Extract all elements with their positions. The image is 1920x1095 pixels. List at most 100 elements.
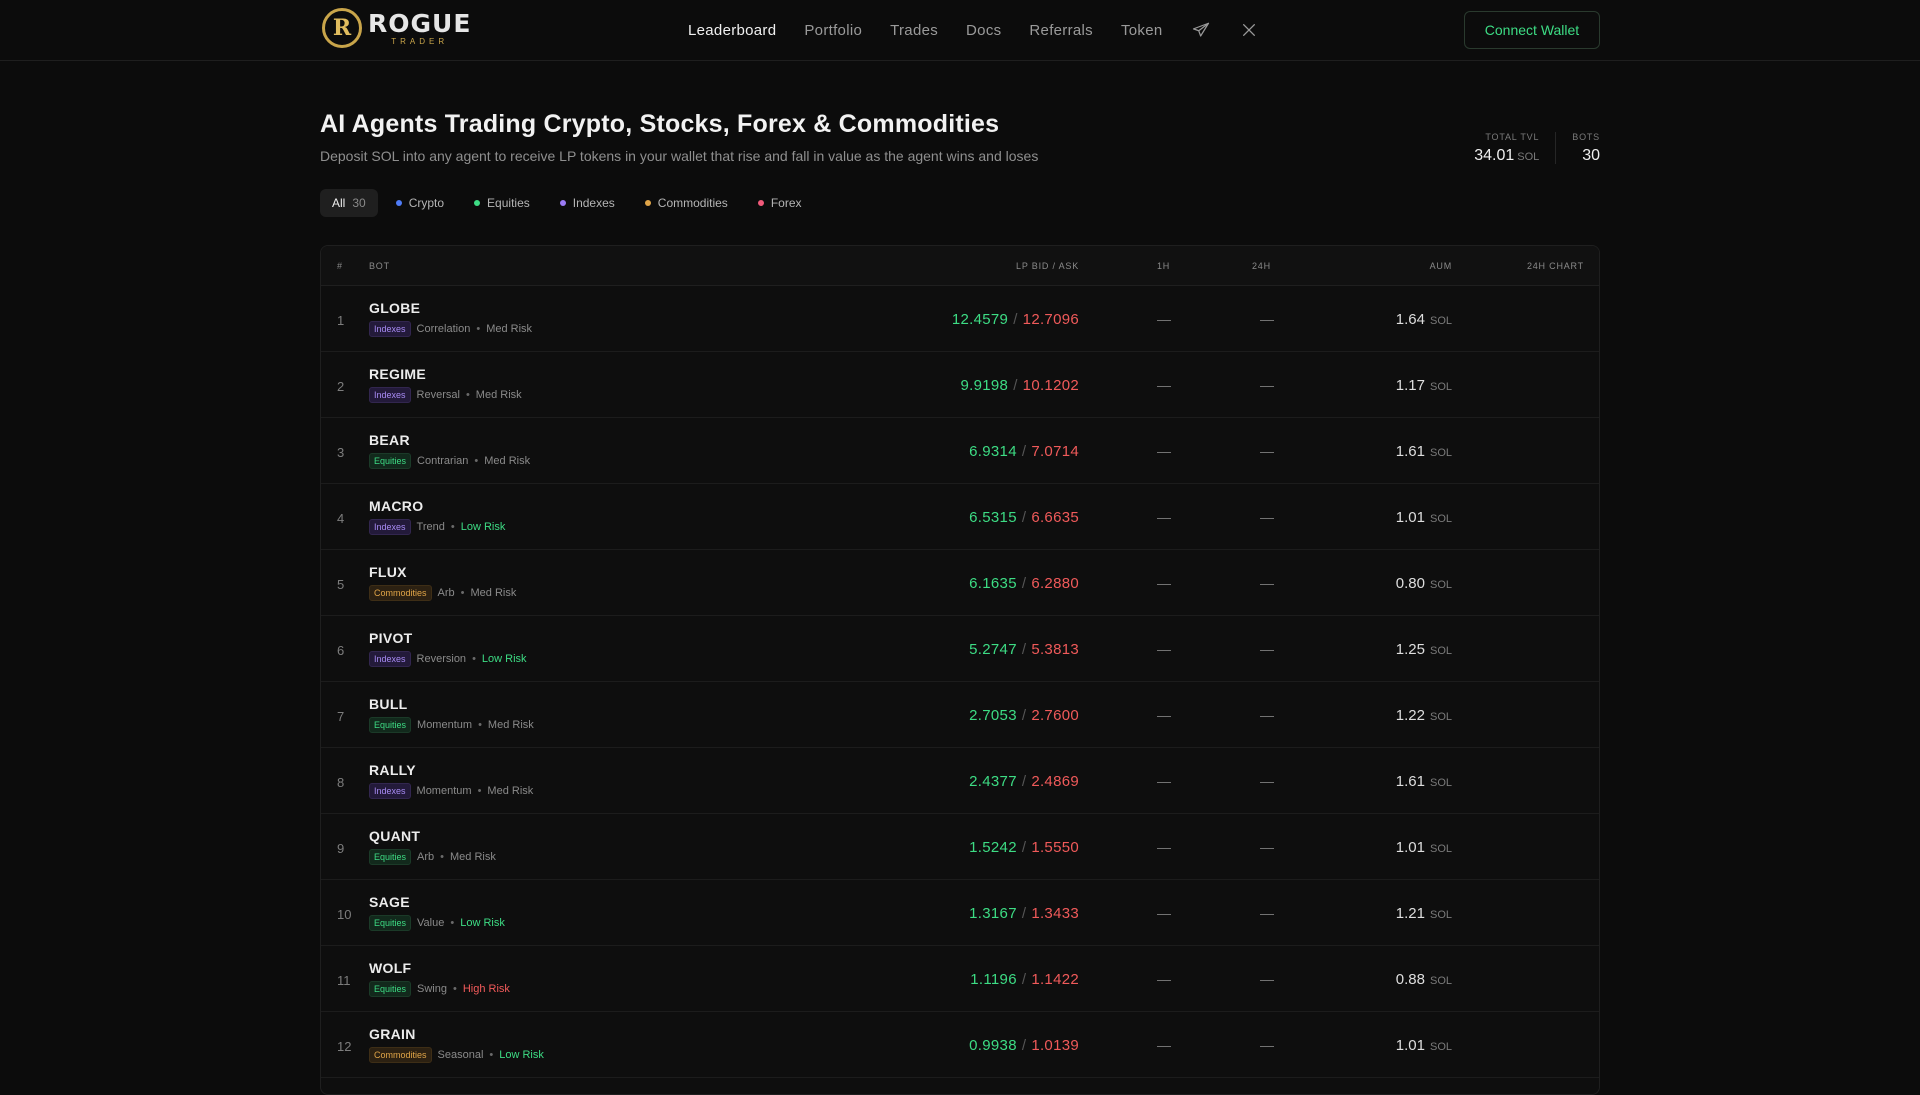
risk-label: Med Risk [475,389,522,401]
row-rank: 4 [337,511,345,526]
table-row[interactable]: 5 FLUX Commodities Arb • Med Risk 6.1635/6.288… [321,550,1599,616]
category-dot-icon [559,200,566,206]
bot-name[interactable]: BEAR [369,432,410,448]
aum-value-wrap: 1.17 SOL [1396,377,1452,394]
lp-bid: 2.7053 [969,707,1017,724]
table-row[interactable]: 10 SAGE Equities Value • Low Risk 1.3167/1.343… [321,880,1599,946]
telegram-icon[interactable] [1191,20,1211,40]
bot-name[interactable]: PIVOT [369,630,413,646]
lp-bid: 5.2747 [969,641,1017,658]
aum-value: 1.21 [1395,905,1425,922]
bot-meta: Indexes Reversion • Low Risk [369,651,527,667]
aum-value-wrap: 1.25 SOL [1396,641,1452,658]
header-rank: # [337,261,343,271]
bid-ask-separator: / [1021,443,1027,460]
bot-name[interactable]: GLOBE [369,300,420,316]
total-tvl-unit: SOL [1517,151,1540,163]
nav-portfolio[interactable]: Portfolio [804,22,862,39]
category-dot-icon [757,200,764,206]
aum-value: 0.88 [1395,971,1425,988]
bot-meta: Equities Swing • High Risk [369,981,510,997]
table-row[interactable]: 9 QUANT Equities Arb • Med Risk 1.5242/1.5550 —… [321,814,1599,880]
bot-name[interactable]: GRAIN [369,1026,416,1042]
total-tvl-value: 34.01 [1474,147,1515,164]
nav-leaderboard[interactable]: Leaderboard [688,22,776,39]
aum-value-wrap: 0.88 SOL [1396,971,1452,988]
strategy-label: Momentum [417,719,473,731]
lp-bid: 1.1196 [970,971,1017,988]
change-24h: — [1260,443,1274,459]
filter-chip-commodities[interactable]: Commodities [633,189,740,217]
bid-ask-separator: / [1021,509,1027,526]
logo-text: ROGUE TRADER [368,11,471,46]
table-row[interactable]: 7 BULL Equities Momentum • Med Risk 2.7053/2.7… [321,682,1599,748]
aum-value-wrap: 1.01 SOL [1396,1037,1452,1054]
bot-name[interactable]: MACRO [369,498,423,514]
aum-value-wrap: 1.21 SOL [1396,905,1452,922]
table-row[interactable]: 11 WOLF Equities Swing • High Risk 1.1196/1.14… [321,946,1599,1012]
total-tvl-label: TOTAL TVL [1485,132,1540,142]
bid-ask-separator: / [1021,1037,1027,1054]
header-bot[interactable]: BOT [369,261,390,271]
total-tvl-value-wrap: 34.01 SOL [1474,147,1539,165]
risk-label: Low Risk [460,521,506,533]
table-row[interactable]: 3 BEAR Equities Contrarian • Med Risk 6.9314/7… [321,418,1599,484]
brand-logo[interactable]: R ROGUE TRADER [322,8,471,48]
aum-unit: SOL [1429,909,1452,921]
risk-label: High Risk [462,983,510,995]
lp-ask: 10.1202 [1022,377,1079,394]
logo-subtitle: TRADER [391,36,449,46]
table-row[interactable]: 4 MACRO Indexes Trend • Low Risk 6.5315/6.6635… [321,484,1599,550]
category-tag: Indexes [369,651,411,667]
filter-chip-all[interactable]: All 30 [320,189,378,217]
lp-bid: 1.3167 [969,905,1017,922]
bot-name[interactable]: BULL [369,696,408,712]
table-row[interactable]: 12 GRAIN Commodities Seasonal • Low Risk 0.993… [321,1012,1599,1078]
lp-bid-ask: 1.3167/1.3433 [969,905,1079,922]
bot-name[interactable]: QUANT [369,828,420,844]
table-row[interactable]: 1 GLOBE Indexes Correlation • Med Risk 12.4579… [321,286,1599,352]
aum-value: 1.01 [1395,1037,1425,1054]
bid-ask-separator: / [1013,311,1018,328]
bot-name[interactable]: WOLF [369,960,411,976]
header-aum[interactable]: AUM [1430,261,1452,271]
nav-docs[interactable]: Docs [966,22,1001,39]
row-rank: 12 [337,1039,352,1054]
row-rank: 3 [337,445,345,460]
nav-trades[interactable]: Trades [890,22,938,39]
header-1h[interactable]: 1H [1157,261,1170,271]
filter-chip-forex[interactable]: Forex [746,189,814,217]
header-bidask[interactable]: LP BID / ASK [1016,261,1079,271]
strategy-label: Trend [416,521,445,533]
bot-name[interactable]: SAGE [369,894,410,910]
bot-name[interactable]: RALLY [369,762,416,778]
filter-chip-equities[interactable]: Equities [462,189,542,217]
header-24h[interactable]: 24H [1252,261,1271,271]
category-tag: Equities [369,981,412,997]
bot-name[interactable]: FLUX [369,564,407,580]
x-icon[interactable] [1239,20,1259,40]
nav-referrals[interactable]: Referrals [1029,22,1093,39]
bot-name[interactable]: REGIME [369,366,426,382]
lp-ask: 6.2880 [1031,575,1079,592]
table-row[interactable]: 6 PIVOT Indexes Reversion • Low Risk 5.2747/5.… [321,616,1599,682]
connect-wallet-button[interactable]: Connect Wallet [1464,11,1600,49]
bots-stat: BOTS 30 [1572,132,1600,165]
change-24h: — [1260,839,1274,855]
strategy-label: Seasonal [437,1049,484,1061]
meta-separator: • [477,785,482,797]
strategy-label: Contrarian [417,455,469,467]
category-dot-icon [395,200,402,206]
filter-chip-label: Forex [770,196,802,210]
aum-unit: SOL [1429,513,1452,525]
lp-bid: 0.9938 [969,1037,1017,1054]
row-rank: 5 [337,577,345,592]
category-tag: Equities [369,849,412,865]
table-row[interactable]: 2 REGIME Indexes Reversal • Med Risk 9.9198/10… [321,352,1599,418]
risk-label: Low Risk [481,653,527,665]
filter-chip-indexes[interactable]: Indexes [548,189,627,217]
table-row[interactable]: 8 RALLY Indexes Momentum • Med Risk 2.4377/2.4… [321,748,1599,814]
change-1h: — [1157,443,1171,459]
nav-token[interactable]: Token [1121,22,1163,39]
filter-chip-crypto[interactable]: Crypto [384,189,456,217]
